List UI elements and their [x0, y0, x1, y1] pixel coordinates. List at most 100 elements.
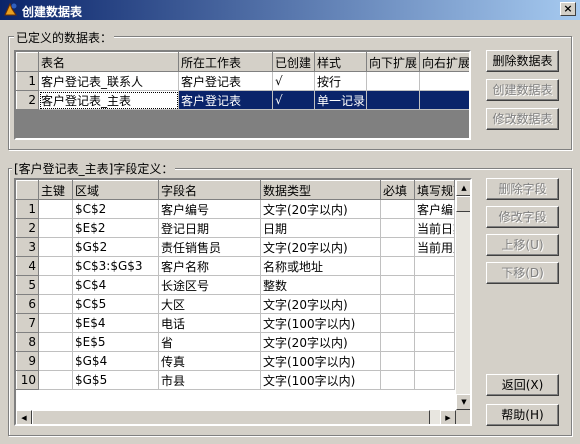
rule-cell[interactable]	[414, 313, 455, 333]
table-row-selected[interactable]: 2 客户登记表_主表 客户登记表 √ 单一记录	[16, 90, 469, 110]
field-row[interactable]: 2 $E$2登记日期日期 当前日期	[16, 218, 455, 238]
sheet-cell[interactable]: 客户登记表	[178, 90, 273, 110]
data-type-cell[interactable]: 名称或地址	[260, 256, 381, 276]
row-number[interactable]: 6	[16, 294, 39, 314]
data-type-cell[interactable]: 文字(100字以内)	[260, 370, 381, 390]
rule-cell[interactable]	[414, 332, 455, 352]
primary-key-cell[interactable]	[38, 199, 73, 219]
expand-right-cell[interactable]	[419, 90, 469, 110]
row-number[interactable]: 2	[16, 90, 39, 110]
modify-table-button[interactable]: 修改数据表	[486, 108, 559, 130]
field-row[interactable]: 9 $G$4 传真 文字(100字以内)	[16, 351, 455, 371]
required-cell[interactable]	[380, 237, 415, 257]
data-type-cell[interactable]: 文字(20字以内)	[260, 294, 381, 314]
move-up-button[interactable]: 上移(U)	[486, 234, 559, 256]
create-table-button[interactable]: 创建数据表	[486, 79, 559, 101]
field-name-cell[interactable]: 传真	[158, 351, 261, 371]
required-cell[interactable]	[380, 256, 415, 276]
field-row[interactable]: 5 $C$4 长途区号 整数	[16, 275, 455, 295]
table-name-cell[interactable]: 客户登记表_主表	[38, 90, 179, 110]
col-header[interactable]: 所在工作表	[178, 52, 273, 72]
field-name-cell[interactable]: 大区	[158, 294, 261, 314]
area-cell[interactable]: $C$4	[72, 275, 159, 295]
col-header[interactable]: 主键	[38, 180, 73, 200]
field-row[interactable]: 10 $G$5 市县 文字(100字以内)	[16, 370, 455, 390]
row-number[interactable]: 8	[16, 332, 39, 352]
back-button[interactable]: 返回(X)	[486, 374, 559, 396]
data-type-cell[interactable]: 日期	[260, 218, 381, 238]
primary-key-cell[interactable]	[38, 294, 73, 314]
sheet-cell[interactable]: 客户登记表	[178, 71, 273, 91]
vertical-scrollbar[interactable]: ▲ ▼	[456, 180, 470, 410]
fields-grid[interactable]: 主键 区域 字段名 数据类型 必填 填写规范 1$C$2客户编号文字(20字以内…	[14, 178, 472, 426]
close-icon[interactable]: ×	[560, 2, 576, 16]
col-header[interactable]: 已创建	[272, 52, 315, 72]
title-bar[interactable]: 创建数据表 ×	[0, 0, 580, 20]
field-name-cell[interactable]: 客户名称	[158, 256, 261, 276]
table-name-cell[interactable]: 客户登记表_联系人	[38, 71, 179, 91]
area-cell[interactable]: $G$4	[72, 351, 159, 371]
row-number[interactable]: 4	[16, 256, 39, 276]
primary-key-cell[interactable]	[38, 275, 73, 295]
field-row[interactable]: 3 $G$2责任销售员文字(20字以内) 当前用户	[16, 237, 455, 257]
horizontal-scrollbar[interactable]: ◀ ▶	[16, 410, 456, 424]
rule-cell[interactable]	[414, 294, 455, 314]
scroll-down-icon[interactable]: ▼	[456, 394, 470, 410]
field-row[interactable]: 8 $E$5 省文字(20字以内)	[16, 332, 455, 352]
scroll-right-icon[interactable]: ▶	[440, 410, 456, 424]
row-number[interactable]: 7	[16, 313, 39, 333]
data-type-cell[interactable]: 文字(20字以内)	[260, 199, 381, 219]
expand-down-cell[interactable]	[366, 71, 420, 91]
required-cell[interactable]	[380, 332, 415, 352]
field-name-cell[interactable]: 长途区号	[158, 275, 261, 295]
required-cell[interactable]	[380, 294, 415, 314]
expand-right-cell[interactable]	[419, 71, 469, 91]
field-row[interactable]: 4 $C$3:$G$3 客户名称 名称或地址	[16, 256, 455, 276]
area-cell[interactable]: $C$3:$G$3	[72, 256, 159, 276]
field-name-cell[interactable]: 登记日期	[158, 218, 261, 238]
primary-key-cell[interactable]	[38, 218, 73, 238]
col-header[interactable]: 表名	[38, 52, 179, 72]
required-cell[interactable]	[380, 199, 415, 219]
modify-field-button[interactable]: 修改字段	[486, 206, 559, 228]
style-cell[interactable]: 按行	[314, 71, 367, 91]
primary-key-cell[interactable]	[38, 237, 73, 257]
field-row[interactable]: 1$C$2客户编号文字(20字以内)客户编号	[16, 199, 455, 219]
required-cell[interactable]	[380, 218, 415, 238]
table-row[interactable]: 1 客户登记表_联系人 客户登记表 √ 按行	[16, 71, 469, 91]
area-cell[interactable]: $G$5	[72, 370, 159, 390]
row-number[interactable]: 2	[16, 218, 39, 238]
rule-cell[interactable]: 当前用户	[414, 237, 455, 257]
col-header[interactable]: 向右扩展	[419, 52, 469, 72]
primary-key-cell[interactable]	[38, 313, 73, 333]
primary-key-cell[interactable]	[38, 332, 73, 352]
data-type-cell[interactable]: 整数	[260, 275, 381, 295]
scroll-thumb-h[interactable]	[32, 410, 430, 424]
help-button[interactable]: 帮助(H)	[486, 404, 559, 426]
area-cell[interactable]: $C$2	[72, 199, 159, 219]
field-row[interactable]: 7 $E$4 电话 文字(100字以内)	[16, 313, 455, 333]
row-number[interactable]: 3	[16, 237, 39, 257]
data-type-cell[interactable]: 文字(20字以内)	[260, 237, 381, 257]
required-cell[interactable]	[380, 351, 415, 371]
col-header[interactable]: 字段名	[158, 180, 261, 200]
col-header[interactable]: 必填	[380, 180, 415, 200]
row-number[interactable]: 1	[16, 199, 39, 219]
required-cell[interactable]	[380, 313, 415, 333]
scroll-thumb[interactable]	[456, 196, 470, 212]
col-header[interactable]: 样式	[314, 52, 367, 72]
required-cell[interactable]	[380, 275, 415, 295]
scroll-up-icon[interactable]: ▲	[456, 180, 470, 196]
rule-cell[interactable]: 客户编号	[414, 199, 455, 219]
data-type-cell[interactable]: 文字(100字以内)	[260, 351, 381, 371]
area-cell[interactable]: $G$2	[72, 237, 159, 257]
col-header[interactable]: 数据类型	[260, 180, 381, 200]
primary-key-cell[interactable]	[38, 370, 73, 390]
scroll-left-icon[interactable]: ◀	[16, 410, 32, 424]
move-down-button[interactable]: 下移(D)	[486, 262, 559, 284]
created-cell[interactable]: √	[272, 71, 315, 91]
field-name-cell[interactable]: 省	[158, 332, 261, 352]
field-row[interactable]: 6 $C$5 大区 文字(20字以内)	[16, 294, 455, 314]
rule-cell[interactable]	[414, 351, 455, 371]
field-name-cell[interactable]: 客户编号	[158, 199, 261, 219]
